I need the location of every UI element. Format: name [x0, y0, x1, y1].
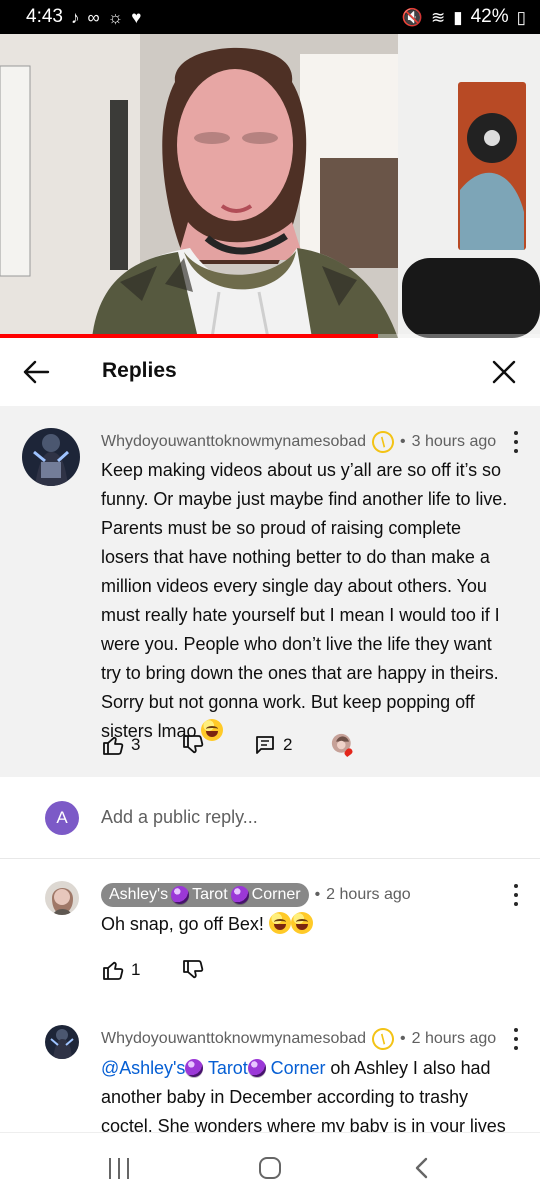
avatar-photo	[45, 881, 79, 915]
parent-comment-meta: Whydoyouwanttoknowmynamesobad / • 3 hour…	[101, 427, 497, 457]
like-action[interactable]: 1	[101, 958, 181, 982]
door-frame	[0, 65, 31, 277]
thumb-down-icon	[183, 735, 204, 754]
crystal-ball-icon	[171, 886, 190, 904]
why-reply-meta: Whydoyouwanttoknowmynamesobad / • 2 hour…	[101, 1024, 497, 1054]
thumb-up-icon	[103, 961, 124, 980]
dislike-action[interactable]	[181, 958, 205, 982]
mute-icon: 🔇	[401, 7, 423, 27]
like-count: 3	[131, 735, 141, 754]
like-count: 1	[131, 960, 141, 979]
more-vertical-icon[interactable]	[510, 431, 522, 453]
crystal-ball-icon	[185, 1059, 204, 1077]
reply-count-action[interactable]: 2	[253, 733, 331, 757]
dislike-action[interactable]	[181, 733, 253, 757]
why-reply-body: @Ashley's Tarot Corner oh Ashley I also …	[101, 1058, 506, 1132]
reply-count: 2	[283, 735, 293, 754]
comment-separator: •	[314, 886, 321, 903]
reply-avatar-ashley[interactable]	[45, 881, 79, 915]
ashley-comment-meta: Ashley's Tarot Corner • 2 hours ago	[101, 883, 411, 907]
thumb-down-icon	[183, 960, 204, 979]
creator-avatar-icon	[331, 733, 353, 757]
commenter-avatar[interactable]	[22, 428, 80, 486]
video-player[interactable]	[0, 34, 540, 338]
comment-time: 2 hours ago	[411, 1030, 497, 1047]
more-vertical-icon[interactable]	[510, 1028, 522, 1050]
couch	[402, 258, 540, 338]
badge-icon: /	[368, 427, 398, 457]
crystal-ball-icon	[230, 886, 249, 904]
video-frame	[0, 34, 540, 338]
badge-icon: /	[368, 1024, 398, 1054]
more-vertical-icon[interactable]	[510, 884, 522, 906]
status-left: 4:43 ♪ ∞ ☼ ♥	[26, 6, 141, 28]
ashley-author-chip[interactable]: Ashley's Tarot Corner	[101, 883, 309, 907]
wifi-icon: ≋	[431, 7, 446, 27]
comment-icon	[256, 736, 274, 754]
avatar-photo	[22, 428, 80, 486]
face	[177, 69, 293, 221]
avatar-photo	[45, 1025, 79, 1059]
comment-separator: •	[400, 433, 406, 450]
status-right: 🔇 ≋ ▮ 42% ▯	[402, 6, 526, 28]
comment-author[interactable]: Whydoyouwanttoknowmynamesobad	[101, 433, 366, 451]
parent-comment: Whydoyouwanttoknowmynamesobad / • 3 hour…	[0, 406, 540, 777]
voicemail-icon: ∞	[87, 7, 100, 27]
comment-separator: •	[400, 1030, 406, 1047]
parent-comment-actions: 3 2	[101, 733, 355, 757]
creator-heart	[331, 733, 355, 757]
grinning-sweat-emoji-icon	[268, 912, 291, 934]
android-navigation-bar	[0, 1132, 540, 1200]
reply-input[interactable]: Add a public reply...	[101, 807, 258, 828]
parent-comment-body: Keep making videos about us y’all are so…	[101, 460, 508, 741]
current-user-avatar: A	[45, 801, 79, 835]
doorway	[110, 100, 128, 270]
status-bar: 4:43 ♪ ∞ ☼ ♥ 🔇 ≋ ▮ 42% ▯	[0, 0, 540, 34]
comment-author[interactable]: Whydoyouwanttoknowmynamesobad	[101, 1030, 366, 1048]
weather-icon: ☼	[107, 7, 124, 27]
signal-icon: ▮	[453, 7, 463, 27]
thumb-up-icon	[103, 736, 124, 755]
arrow-left-icon[interactable]	[18, 354, 54, 390]
mention-link[interactable]: @Ashley's Tarot Corner	[101, 1058, 325, 1078]
replies-header: Replies	[0, 338, 540, 406]
ashley-comment-actions: 1	[101, 958, 205, 982]
grinning-sweat-emoji-icon	[290, 912, 313, 934]
like-action[interactable]: 3	[101, 733, 181, 757]
heart-status-icon: ♥	[131, 7, 142, 27]
reply-avatar-why[interactable]	[45, 1025, 79, 1059]
close-icon[interactable]	[486, 354, 522, 390]
back-nav-icon[interactable]	[414, 1157, 430, 1179]
ashley-comment-body: Oh snap, go off Bex!	[101, 910, 511, 939]
comment-time: 3 hours ago	[411, 433, 497, 450]
battery-percent: 42%	[470, 6, 509, 27]
status-time: 4:43	[26, 6, 63, 27]
battery-icon: ▯	[516, 7, 526, 27]
tiktok-icon: ♪	[70, 7, 80, 27]
recent-apps-icon[interactable]	[109, 1158, 129, 1179]
comment-time: 2 hours ago	[326, 886, 411, 903]
kitchen-shelves	[320, 158, 405, 268]
replies-title: Replies	[102, 359, 177, 382]
add-public-reply[interactable]: A Add a public reply...	[0, 777, 540, 859]
home-icon[interactable]	[259, 1157, 281, 1179]
crystal-ball-icon	[247, 1059, 266, 1077]
